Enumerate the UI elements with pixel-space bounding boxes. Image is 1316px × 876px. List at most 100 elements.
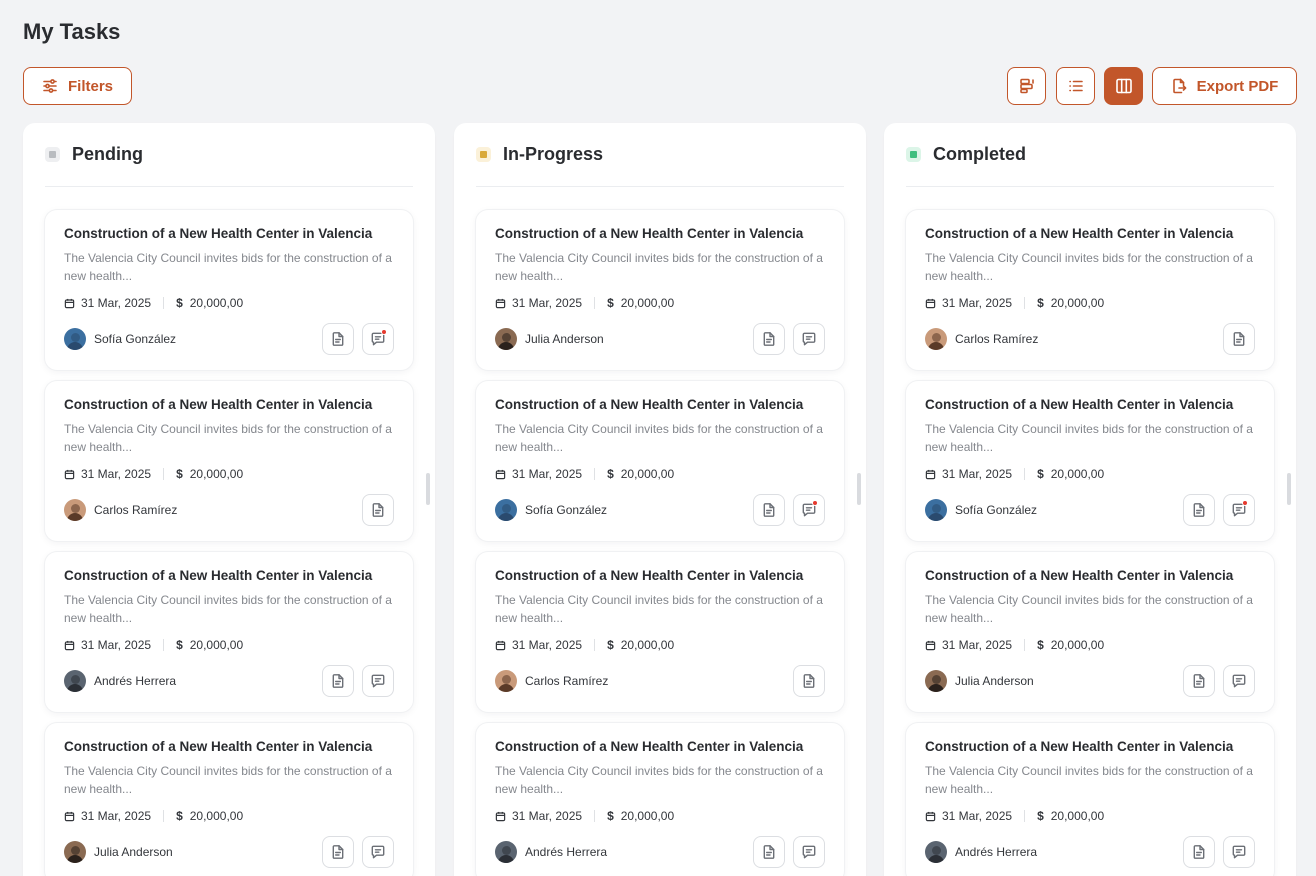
card-actions	[362, 494, 394, 526]
document-button[interactable]	[362, 494, 394, 526]
task-meta: 31 Mar, 2025 $20,000,00	[925, 467, 1255, 481]
card-actions	[1223, 323, 1255, 355]
document-button[interactable]	[322, 836, 354, 868]
comments-button[interactable]	[793, 494, 825, 526]
task-card[interactable]: Construction of a New Health Center in V…	[906, 552, 1274, 712]
assignee-name: Carlos Ramírez	[955, 332, 1039, 346]
document-icon	[763, 503, 775, 517]
dollar-icon: $	[176, 638, 183, 652]
calendar-icon	[925, 298, 936, 308]
task-meta: 31 Mar, 2025 $20,000,00	[64, 809, 394, 823]
chat-icon	[371, 845, 385, 859]
comments-button[interactable]	[793, 836, 825, 868]
document-button[interactable]	[322, 665, 354, 697]
document-button[interactable]	[753, 494, 785, 526]
calendar-icon	[64, 298, 75, 308]
task-date: 31 Mar, 2025	[942, 809, 1013, 823]
task-amount: 20,000,00	[620, 809, 675, 823]
avatar	[495, 499, 517, 521]
document-icon	[1193, 503, 1205, 517]
document-button[interactable]	[753, 323, 785, 355]
assignee-name: Julia Anderson	[525, 332, 604, 346]
card-actions	[322, 836, 394, 868]
column-header: Pending	[45, 123, 413, 187]
document-button[interactable]	[322, 323, 354, 355]
assignee-name: Sofía González	[955, 503, 1038, 517]
task-date: 31 Mar, 2025	[512, 638, 583, 652]
timeline-view-button[interactable]	[1007, 67, 1046, 105]
meta-divider	[1024, 297, 1026, 309]
task-card[interactable]: Construction of a New Health Center in V…	[906, 723, 1274, 876]
task-date: 31 Mar, 2025	[81, 809, 152, 823]
task-card[interactable]: Construction of a New Health Center in V…	[45, 381, 413, 541]
comments-button[interactable]	[1223, 494, 1255, 526]
task-card[interactable]: Construction of a New Health Center in V…	[476, 552, 844, 712]
document-button[interactable]	[1183, 836, 1215, 868]
task-card[interactable]: Construction of a New Health Center in V…	[45, 552, 413, 712]
task-amount: 20,000,00	[620, 638, 675, 652]
task-title: Construction of a New Health Center in V…	[925, 739, 1234, 754]
task-meta: 31 Mar, 2025 $20,000,00	[64, 467, 394, 481]
card-actions	[322, 323, 394, 355]
task-date: 31 Mar, 2025	[942, 296, 1013, 310]
status-indicator	[476, 147, 491, 162]
dollar-icon: $	[1037, 296, 1044, 310]
scrollbar-thumb[interactable]	[426, 473, 430, 505]
task-card[interactable]: Construction of a New Health Center in V…	[45, 723, 413, 876]
document-button[interactable]	[1223, 323, 1255, 355]
avatar	[64, 328, 86, 350]
filters-icon	[43, 79, 57, 93]
comments-button[interactable]	[1223, 665, 1255, 697]
task-amount: 20,000,00	[189, 809, 244, 823]
comments-button[interactable]	[362, 323, 394, 355]
task-title: Construction of a New Health Center in V…	[64, 568, 373, 583]
chat-icon	[802, 845, 816, 859]
task-date: 31 Mar, 2025	[81, 638, 152, 652]
task-meta: 31 Mar, 2025 $20,000,00	[64, 296, 394, 310]
document-icon	[332, 332, 344, 346]
task-footer: Carlos Ramírez	[925, 323, 1255, 355]
list-view-button[interactable]	[1056, 67, 1095, 105]
comments-button[interactable]	[793, 323, 825, 355]
task-title: Construction of a New Health Center in V…	[64, 226, 373, 241]
export-pdf-button[interactable]: Export PDF	[1152, 67, 1297, 105]
document-button[interactable]	[1183, 494, 1215, 526]
task-card[interactable]: Construction of a New Health Center in V…	[476, 210, 844, 370]
task-footer: Sofía González	[495, 494, 825, 526]
task-footer: Andrés Herrera	[64, 665, 394, 697]
comments-button[interactable]	[1223, 836, 1255, 868]
list-view-icon	[1068, 80, 1083, 92]
filters-button[interactable]: Filters	[23, 67, 132, 105]
scrollbar-thumb[interactable]	[857, 473, 861, 505]
comments-button[interactable]	[362, 836, 394, 868]
document-button[interactable]	[793, 665, 825, 697]
avatar	[64, 499, 86, 521]
task-date: 31 Mar, 2025	[942, 638, 1013, 652]
scrollbar-thumb[interactable]	[1287, 473, 1291, 505]
status-indicator	[45, 147, 60, 162]
document-button[interactable]	[753, 836, 785, 868]
task-card[interactable]: Construction of a New Health Center in V…	[476, 723, 844, 876]
task-card[interactable]: Construction of a New Health Center in V…	[906, 210, 1274, 370]
task-card[interactable]: Construction of a New Health Center in V…	[45, 210, 413, 370]
board-view-button[interactable]	[1104, 67, 1143, 105]
dollar-icon: $	[607, 467, 614, 481]
assignee-name: Julia Anderson	[955, 674, 1034, 688]
assignee-name: Carlos Ramírez	[525, 674, 609, 688]
task-card[interactable]: Construction of a New Health Center in V…	[906, 381, 1274, 541]
task-card[interactable]: Construction of a New Health Center in V…	[476, 381, 844, 541]
task-amount: 20,000,00	[1050, 809, 1105, 823]
calendar-icon	[64, 640, 75, 650]
task-title: Construction of a New Health Center in V…	[495, 568, 804, 583]
document-button[interactable]	[1183, 665, 1215, 697]
task-meta: 31 Mar, 2025 $20,000,00	[495, 638, 825, 652]
dollar-icon: $	[607, 809, 614, 823]
avatar	[925, 328, 947, 350]
dollar-icon: $	[176, 809, 183, 823]
dollar-icon: $	[607, 638, 614, 652]
document-icon	[332, 845, 344, 859]
comments-button[interactable]	[362, 665, 394, 697]
task-description: The Valencia City Council invites bids f…	[925, 251, 1253, 283]
assignee-name: Andrés Herrera	[94, 674, 177, 688]
task-date: 31 Mar, 2025	[81, 467, 152, 481]
